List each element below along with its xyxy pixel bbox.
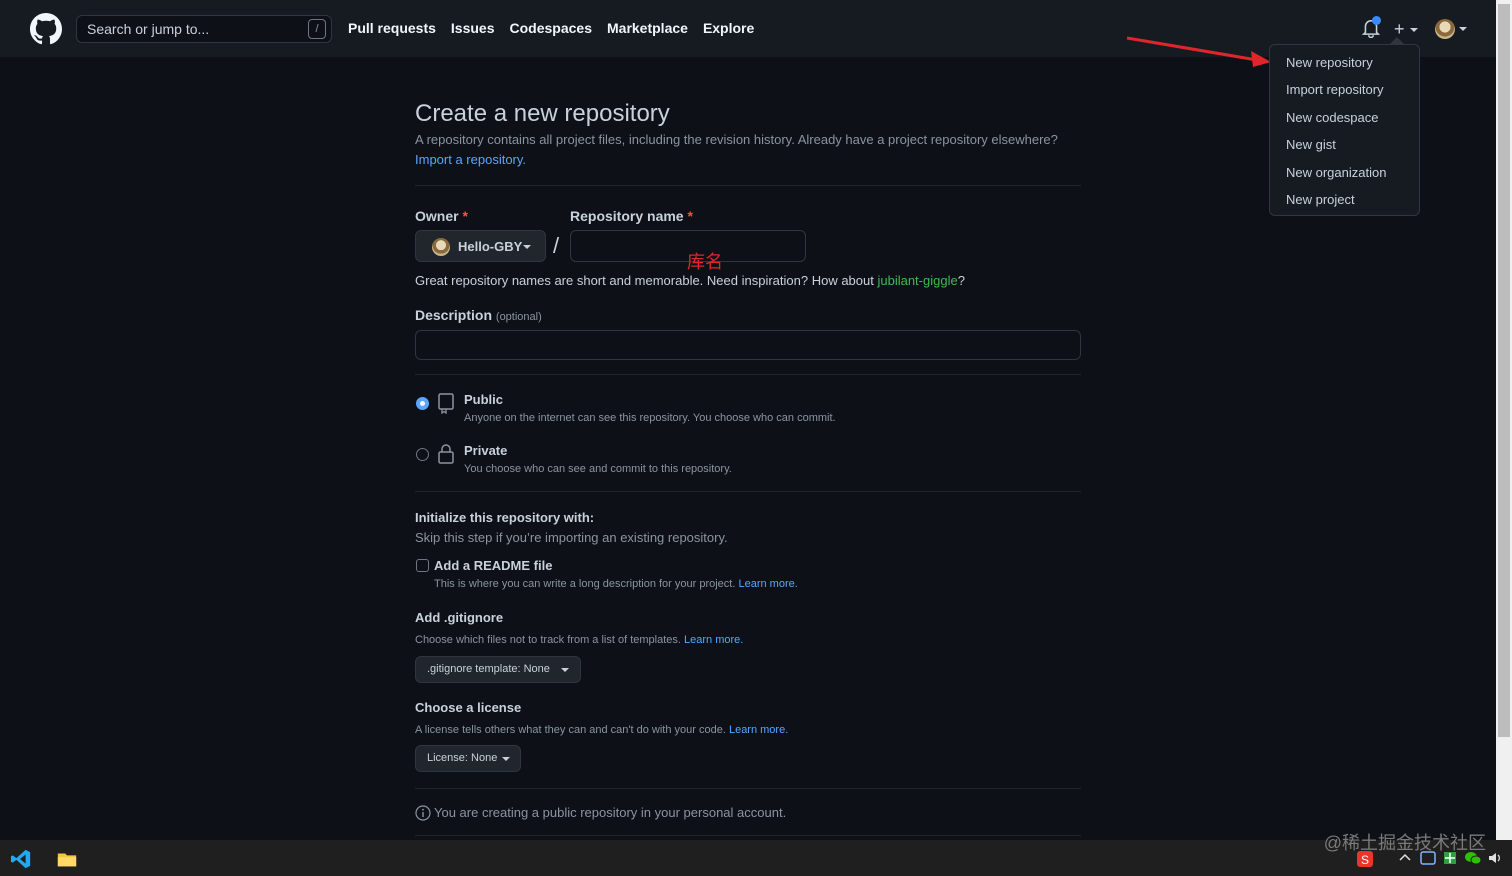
init-title: Initialize this repository with: [415,510,595,525]
chevron-down-icon [1409,28,1418,33]
search-input[interactable]: Search or jump to... / [76,15,332,43]
owner-value: Hello-GBY [458,239,523,254]
red-arrow-annotation-icon [1126,36,1271,67]
wechat-icon[interactable] [1464,850,1482,866]
chevron-down-icon[interactable] [1459,27,1467,31]
divider [415,185,1081,186]
owner-select-button[interactable]: Hello-GBY [415,230,546,262]
chevron-down-icon [561,668,569,672]
import-repository-link[interactable]: Import a repository. [415,152,526,167]
menu-new-organization[interactable]: New organization [1270,161,1419,188]
init-description: Skip this step if you’re importing an ex… [415,530,728,545]
hint-text: Great repository names are short and mem… [415,273,878,288]
nav-explore[interactable]: Explore [703,20,754,36]
public-radio[interactable] [416,397,429,410]
tray-app-icon[interactable] [1420,850,1436,866]
slash-shortcut-badge: / [308,19,326,39]
github-logo-icon[interactable] [30,13,62,45]
readme-label[interactable]: Add a README file [434,558,552,573]
public-label: Public [464,392,504,407]
license-select-label: License: None [427,752,498,764]
repo-name-annotation: 库名 [687,252,723,272]
nav-pull-requests[interactable]: Pull requests [348,20,436,36]
chevron-up-icon[interactable] [1398,850,1412,864]
gitignore-learn-more-link[interactable]: Learn more. [684,634,743,646]
page-title: Create a new repository [415,100,670,127]
create-new-button[interactable]: + [1394,20,1418,38]
private-label: Private [464,443,508,458]
repo-icon [438,393,454,414]
chevron-down-icon [523,245,531,249]
required-mark: * [462,208,468,224]
private-description: You choose who can see and commit to thi… [464,463,732,475]
menu-import-repository[interactable]: Import repository [1270,78,1419,105]
chevron-down-icon [502,757,510,761]
sogou-ime-icon[interactable]: S [1356,850,1374,868]
optional-tag: (optional) [495,311,542,323]
svg-text:S: S [1361,853,1369,867]
required-mark: * [687,208,693,224]
menu-new-repository[interactable]: New repository [1270,51,1419,78]
menu-new-gist[interactable]: New gist [1270,133,1419,160]
gitignore-title: Add .gitignore [415,610,504,625]
search-placeholder: Search or jump to... [87,21,210,37]
page-scrollbar[interactable] [1496,0,1512,840]
scrollbar-thumb[interactable] [1498,4,1510,737]
gitignore-description: Choose which files not to track from a l… [415,634,975,646]
description-input[interactable] [415,330,1081,360]
private-radio[interactable] [416,448,429,461]
menu-new-project[interactable]: New project [1270,188,1419,215]
divider [415,835,1081,836]
notification-dot-icon [1372,16,1381,25]
repo-name-hint: Great repository names are short and mem… [415,273,1095,288]
dropdown-caret-icon [1389,37,1405,45]
lock-icon [438,444,454,464]
owner-slash: / [553,233,560,258]
description-label-text: Description [415,307,493,323]
file-explorer-icon[interactable] [56,848,78,870]
divider [415,374,1081,375]
license-description-text: A license tells others what they can and… [415,724,726,736]
gitignore-template-select[interactable]: .gitignore template: None [415,656,581,683]
owner-label-text: Owner [415,208,459,224]
nav-marketplace[interactable]: Marketplace [607,20,688,36]
nav-issues[interactable]: Issues [451,20,495,36]
nav-codespaces[interactable]: Codespaces [510,20,592,36]
vscode-icon[interactable] [10,848,32,870]
os-taskbar [0,840,1512,876]
security-icon[interactable] [1442,850,1458,866]
readme-description-text: This is where you can write a long descr… [434,578,736,590]
readme-description: This is where you can write a long descr… [434,578,994,590]
owner-label: Owner * [415,208,468,224]
divider [415,788,1081,789]
gitignore-select-label: .gitignore template: None [427,663,550,675]
divider [415,491,1081,492]
volume-icon[interactable] [1487,850,1503,866]
license-title: Choose a license [415,700,522,715]
hint-suffix: ? [957,273,965,288]
license-select[interactable]: License: None [415,745,521,772]
gitignore-description-text: Choose which files not to track from a l… [415,634,681,646]
description-label: Description (optional) [415,307,542,323]
page-subtitle: A repository contains all project files,… [415,132,1058,147]
create-new-dropdown: New repository Import repository New cod… [1269,37,1420,216]
plus-icon: + [1394,19,1405,39]
license-learn-more-link[interactable]: Learn more. [729,724,788,736]
main-nav: Pull requests Issues Codespaces Marketpl… [348,20,754,36]
license-description: A license tells others what they can and… [415,724,975,736]
readme-checkbox[interactable] [416,559,429,572]
repo-name-label-text: Repository name [570,208,684,224]
menu-new-codespace[interactable]: New codespace [1270,106,1419,133]
repo-name-label: Repository name * [570,208,693,224]
visibility-notice: You are creating a public repository in … [434,805,787,820]
owner-avatar [432,238,450,256]
readme-learn-more-link[interactable]: Learn more. [738,578,797,590]
public-description: Anyone on the internet can see this repo… [464,412,836,424]
suggested-name-link[interactable]: jubilant-giggle [877,273,957,288]
avatar[interactable] [1435,19,1455,39]
info-icon [415,805,431,821]
